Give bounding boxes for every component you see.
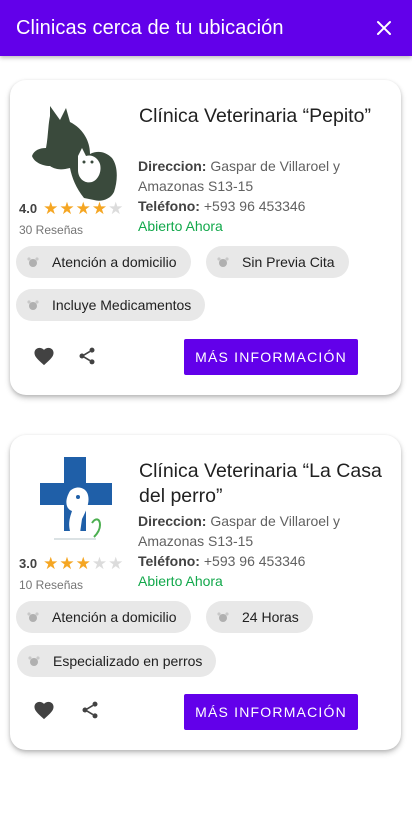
star-icon: ★ — [43, 199, 59, 218]
medical-cross-dog-logo — [20, 447, 126, 559]
chip-label: Especializado en perros — [53, 653, 203, 669]
reviews-count: 10 Reseñas — [19, 578, 84, 592]
star-icon: ★ — [91, 554, 108, 573]
phone-label: Teléfono: — [138, 553, 200, 569]
address-label: Direccion: — [138, 513, 207, 529]
favorite-button[interactable] — [32, 344, 56, 368]
paw-icon — [27, 654, 41, 668]
page-title: Clinicas cerca de tu ubicación — [16, 16, 284, 39]
heart-icon — [34, 347, 54, 366]
address-label: Direccion: — [138, 158, 207, 174]
chip-home-care[interactable]: Atención a domicilio — [16, 246, 191, 278]
star-icon: ★ — [75, 199, 91, 218]
star-icon: ★ — [59, 554, 75, 573]
share-icon — [79, 347, 95, 365]
clinic-card: 3.0 ★ ★ ★ ★ ★ 10 Reseñas Clínica Veterin… — [10, 435, 401, 750]
chip-label: Incluye Medicamentos — [52, 297, 192, 313]
clinic-name: Clínica Veterinaria “La Casa del perro” — [139, 460, 382, 507]
share-icon — [82, 701, 98, 719]
paw-icon — [26, 298, 40, 312]
address: Direccion: Gaspar de Villaroel y Amazona… — [138, 156, 398, 196]
clinic-info: Direccion: Gaspar de Villaroel y Amazona… — [138, 156, 398, 236]
star-icon: ★ — [43, 554, 59, 573]
star-icon: ★ — [75, 554, 91, 573]
chip-label: Atención a domicilio — [52, 254, 177, 270]
more-info-button[interactable]: MÁS INFORMACIÓN — [184, 339, 358, 375]
paw-icon — [26, 610, 40, 624]
chip-label: Atención a domicilio — [52, 609, 177, 625]
star-icon: ★ — [108, 554, 124, 573]
star-icon: ★ — [91, 199, 108, 218]
paw-icon — [216, 255, 230, 269]
app-bar: Clinicas cerca de tu ubicación — [0, 0, 412, 56]
more-info-button[interactable]: MÁS INFORMACIÓN — [184, 694, 358, 730]
rating-value: 4.0 — [19, 201, 38, 216]
chip-no-appointment[interactable]: Sin Previa Cita — [206, 246, 349, 278]
chip-home-care[interactable]: Atención a domicilio — [16, 601, 191, 633]
star-icon: ★ — [108, 199, 124, 218]
status-open: Abierto Ahora — [138, 218, 223, 234]
heart-icon — [34, 701, 54, 720]
rating-value: 3.0 — [19, 556, 38, 571]
share-button[interactable] — [75, 344, 99, 368]
star-rating: ★ ★ ★ ★ ★ — [43, 200, 123, 217]
phone: Teléfono: +593 96 453346 — [138, 196, 398, 216]
phone-value: +593 96 453346 — [203, 553, 306, 569]
phone: Teléfono: +593 96 453346 — [138, 551, 398, 571]
favorite-button[interactable] — [32, 698, 56, 722]
paw-icon — [26, 255, 40, 269]
address: Direccion: Gaspar de Villaroel y Amazona… — [138, 511, 398, 551]
star-icon: ★ — [59, 199, 75, 218]
chip-dog-specialist[interactable]: Especializado en perros — [17, 645, 217, 677]
chip-medications[interactable]: Incluye Medicamentos — [16, 289, 206, 321]
chip-label: 24 Horas — [242, 609, 299, 625]
close-button[interactable] — [372, 16, 396, 40]
clinic-card: 4.0 ★ ★ ★ ★ ★ 30 Reseñas Clínica Veterin… — [10, 80, 401, 395]
reviews-count: 30 Reseñas — [19, 223, 84, 237]
chip-label: Sin Previa Cita — [242, 254, 335, 270]
chip-24-hours[interactable]: 24 Horas — [206, 601, 313, 633]
paw-icon — [216, 610, 230, 624]
rating: 3.0 ★ ★ ★ ★ ★ — [19, 555, 123, 572]
close-icon — [377, 21, 391, 35]
phone-value: +593 96 453346 — [203, 198, 306, 214]
clinic-info: Direccion: Gaspar de Villaroel y Amazona… — [138, 511, 398, 591]
dog-cat-logo — [20, 92, 126, 204]
share-button[interactable] — [78, 698, 102, 722]
star-rating: ★ ★ ★ ★ ★ — [43, 555, 123, 572]
rating: 4.0 ★ ★ ★ ★ ★ — [19, 200, 123, 217]
clinic-name: Clínica Veterinaria “Pepito” — [139, 105, 371, 127]
phone-label: Teléfono: — [138, 198, 200, 214]
status-open: Abierto Ahora — [138, 573, 223, 589]
